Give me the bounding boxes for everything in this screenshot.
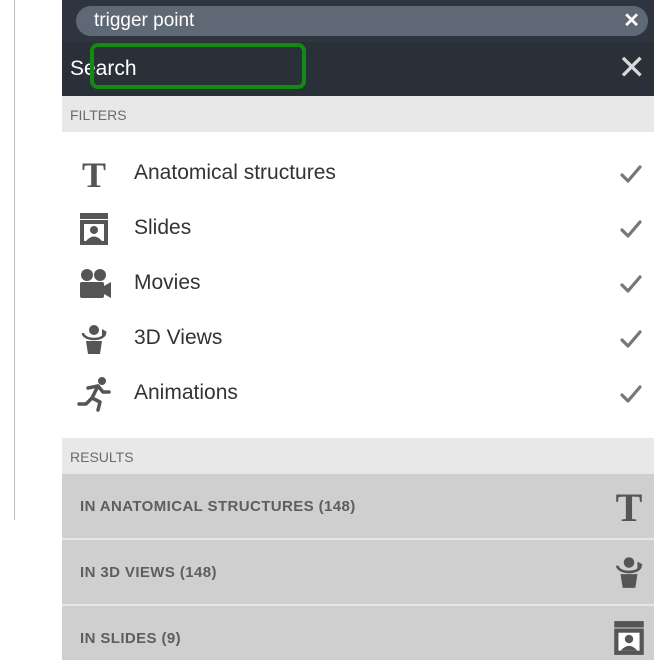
slide-icon: [614, 621, 644, 655]
filter-movies[interactable]: Movies: [62, 256, 654, 311]
filter-label: Slides: [134, 216, 192, 239]
svg-text:T: T: [616, 487, 643, 525]
running-figure-icon: [77, 377, 111, 412]
movie-camera-icon: [80, 269, 111, 298]
result-label: IN 3D VIEWS (148): [80, 564, 217, 581]
checkmark-icon: [620, 220, 642, 238]
results-list: IN ANATOMICAL STRUCTURES (148) T IN 3D V…: [62, 474, 654, 660]
filters-heading: FILTERS: [62, 96, 654, 132]
checkmark-icon: [620, 385, 642, 403]
filter-slides[interactable]: Slides: [62, 201, 654, 256]
checkmark-icon: [620, 330, 642, 348]
filter-label: Anatomical structures: [134, 161, 336, 184]
query-bar: trigger point ✕: [62, 0, 654, 42]
checkmark-icon: [620, 275, 642, 293]
result-slides[interactable]: IN SLIDES (9): [62, 606, 654, 660]
results-heading-text: RESULTS: [70, 449, 134, 465]
svg-text:T: T: [82, 156, 106, 192]
filter-label: 3D Views: [134, 326, 223, 349]
left-panel-border: [0, 0, 15, 520]
result-label: IN SLIDES (9): [80, 630, 182, 647]
query-text: trigger point: [94, 10, 195, 31]
filter-label: Animations: [134, 381, 238, 404]
text-t-icon: T: [82, 156, 106, 192]
search-panel: trigger point ✕ Search ✕ FILTERS T Anato…: [62, 0, 654, 660]
result-label: IN ANATOMICAL STRUCTURES (148): [80, 498, 356, 515]
filter-label: Movies: [134, 271, 201, 294]
text-t-icon: T: [616, 487, 643, 525]
rotate-3d-icon: [616, 557, 643, 588]
slide-icon: [80, 213, 108, 245]
search-header: Search ✕: [62, 42, 654, 96]
clear-query-button[interactable]: ✕: [623, 10, 640, 32]
rotate-3d-icon: [81, 325, 107, 354]
filter-anatomical-structures[interactable]: T Anatomical structures: [62, 146, 654, 201]
filters-heading-text: FILTERS: [70, 107, 127, 123]
result-anatomical-structures[interactable]: IN ANATOMICAL STRUCTURES (148) T: [62, 474, 654, 540]
search-title: Search: [70, 57, 137, 80]
checkmark-icon: [620, 165, 642, 183]
filter-list: T Anatomical structures Slides Movies 3D…: [62, 146, 654, 421]
result-3d-views[interactable]: IN 3D VIEWS (148): [62, 540, 654, 606]
results-heading: RESULTS: [62, 438, 654, 474]
filter-animations[interactable]: Animations: [62, 366, 654, 421]
filter-3d-views[interactable]: 3D Views: [62, 311, 654, 366]
query-chip[interactable]: trigger point ✕: [76, 6, 648, 36]
close-search-button[interactable]: ✕: [618, 51, 647, 85]
